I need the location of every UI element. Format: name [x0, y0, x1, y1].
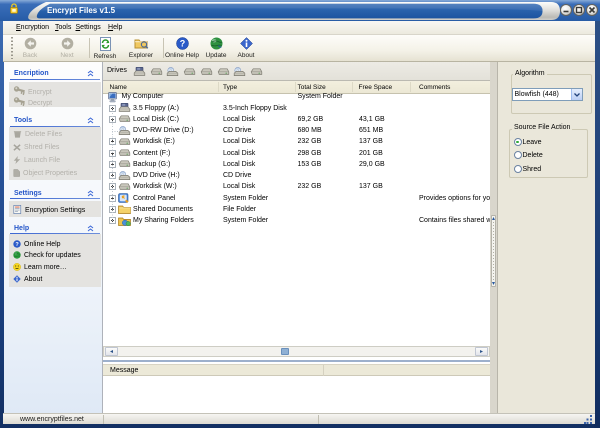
svg-text:?: ? [179, 39, 185, 49]
